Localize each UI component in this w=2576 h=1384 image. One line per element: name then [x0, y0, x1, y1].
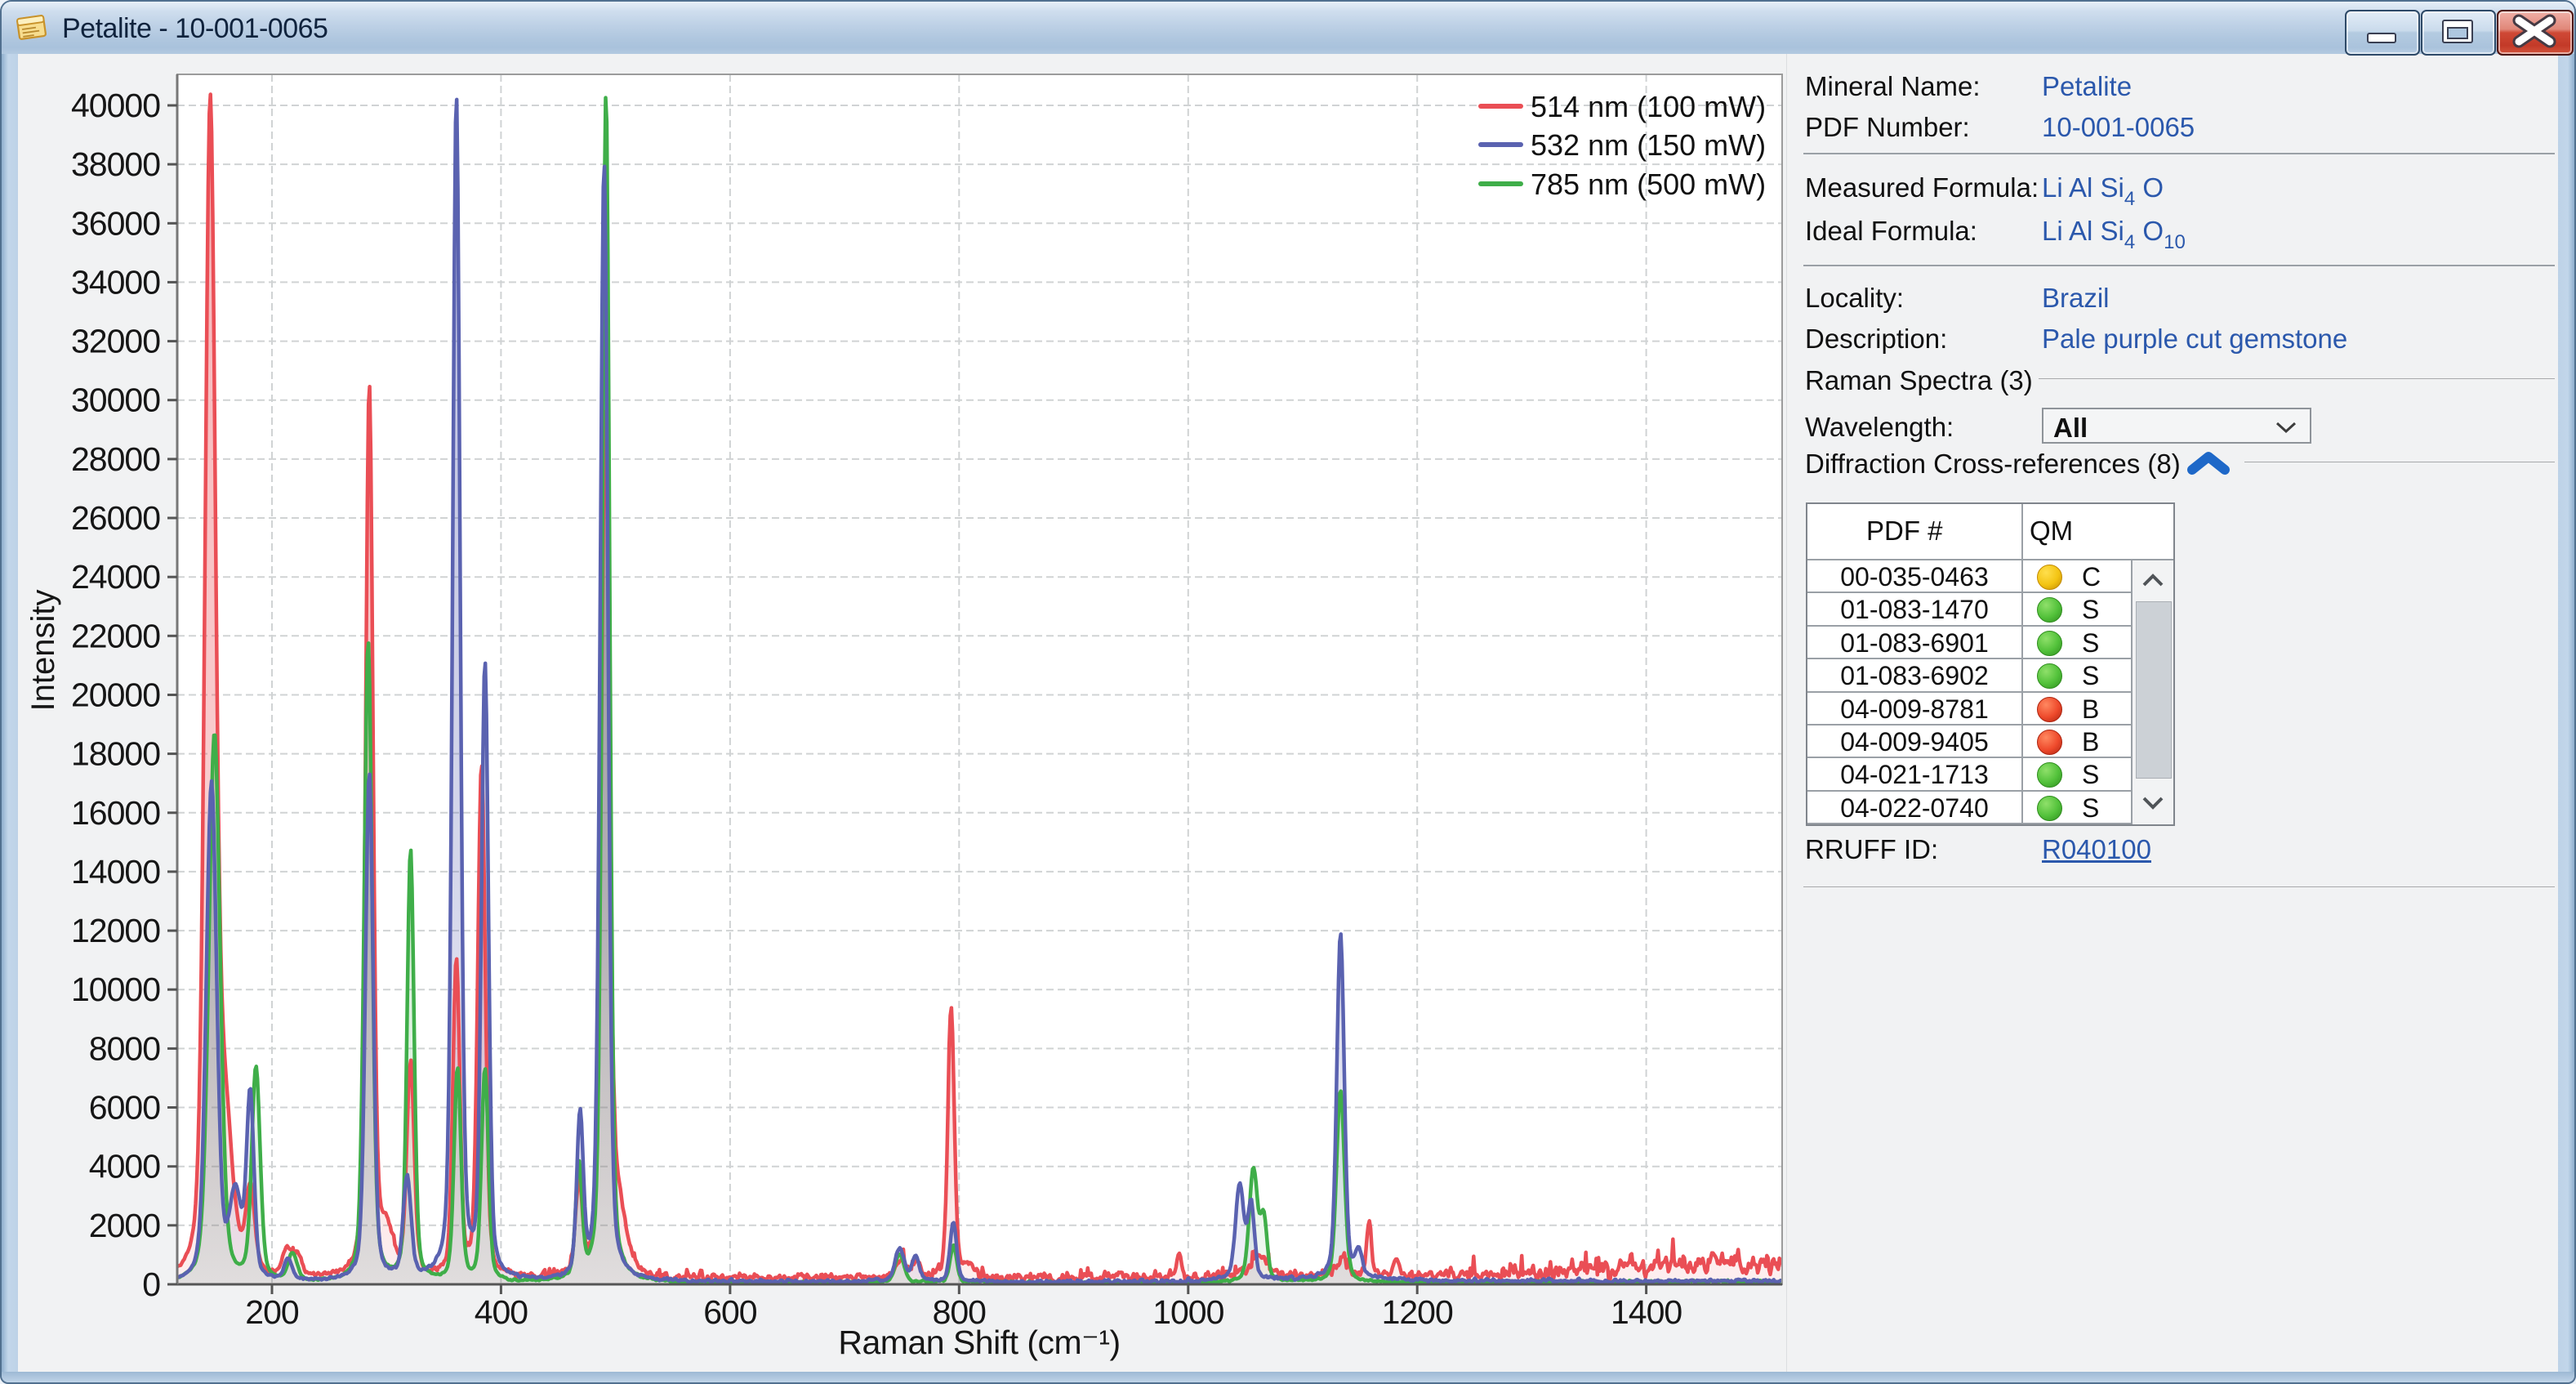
- svg-text:38000: 38000: [71, 145, 160, 183]
- svg-text:34000: 34000: [71, 263, 160, 301]
- svg-text:16000: 16000: [71, 794, 160, 832]
- svg-text:26000: 26000: [71, 499, 160, 537]
- svg-text:785 nm (500 mW): 785 nm (500 mW): [1531, 167, 1766, 201]
- svg-text:30000: 30000: [71, 382, 160, 419]
- svg-text:532 nm (150 mW): 532 nm (150 mW): [1531, 128, 1766, 162]
- svg-text:1000: 1000: [1152, 1293, 1223, 1331]
- svg-text:36000: 36000: [71, 204, 160, 242]
- svg-text:6000: 6000: [89, 1089, 160, 1127]
- svg-text:14000: 14000: [71, 853, 160, 891]
- svg-text:20000: 20000: [71, 676, 160, 714]
- svg-text:40000: 40000: [71, 87, 160, 124]
- svg-text:400: 400: [475, 1293, 528, 1331]
- svg-text:600: 600: [703, 1293, 757, 1331]
- svg-text:12000: 12000: [71, 912, 160, 949]
- svg-text:22000: 22000: [71, 617, 160, 654]
- svg-text:1400: 1400: [1611, 1293, 1682, 1331]
- svg-text:200: 200: [245, 1293, 299, 1331]
- svg-text:Intensity: Intensity: [25, 590, 61, 712]
- svg-text:32000: 32000: [71, 323, 160, 360]
- svg-text:2000: 2000: [89, 1207, 160, 1244]
- svg-text:8000: 8000: [89, 1029, 160, 1067]
- svg-text:10000: 10000: [71, 971, 160, 1008]
- svg-text:0: 0: [142, 1266, 160, 1303]
- svg-text:1200: 1200: [1382, 1293, 1453, 1331]
- svg-text:18000: 18000: [71, 735, 160, 773]
- svg-text:24000: 24000: [71, 558, 160, 596]
- svg-text:28000: 28000: [71, 440, 160, 478]
- svg-text:4000: 4000: [89, 1148, 160, 1185]
- svg-text:514 nm (100 mW): 514 nm (100 mW): [1531, 90, 1766, 123]
- svg-text:Raman Shift (cm⁻¹): Raman Shift (cm⁻¹): [838, 1324, 1120, 1361]
